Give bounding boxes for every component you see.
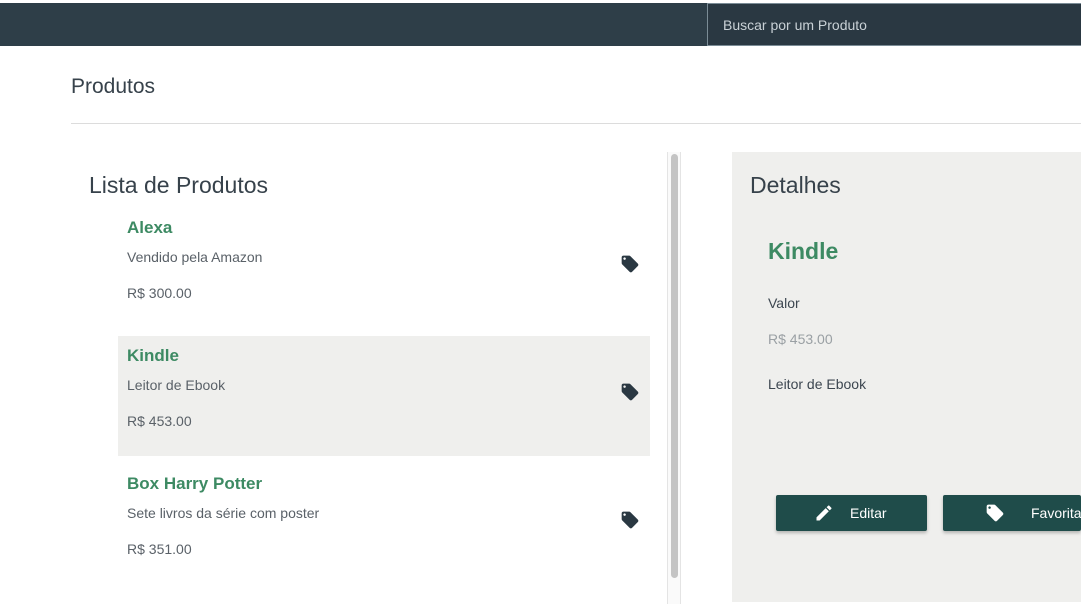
product-list-item-kindle[interactable]: Kindle Leitor de Ebook R$ 453.00	[118, 336, 650, 456]
product-price: R$ 351.00	[127, 541, 192, 557]
tag-icon[interactable]	[620, 254, 640, 274]
favorite-button[interactable]: Favoritar	[943, 495, 1081, 531]
details-panel: Detalhes Kindle Valor R$ 453.00 Leitor d…	[732, 152, 1081, 602]
product-name: Kindle	[127, 346, 179, 365]
pencil-icon	[816, 505, 832, 521]
product-description: Sete livros da série com poster	[127, 505, 320, 521]
search-input[interactable]	[723, 16, 1081, 33]
product-name: Alexa	[127, 218, 173, 237]
product-list-item-alexa[interactable]: Alexa Vendido pela Amazon R$ 300.00	[118, 208, 650, 328]
details-product-name: Kindle	[768, 238, 839, 264]
tag-icon[interactable]	[620, 382, 640, 402]
search-box[interactable]	[707, 3, 1081, 46]
product-price: R$ 453.00	[127, 413, 192, 429]
product-name: Box Harry Potter	[127, 474, 263, 493]
product-description: Vendido pela Amazon	[127, 249, 263, 265]
edit-button[interactable]: Editar	[776, 495, 927, 531]
details-title: Detalhes	[750, 172, 841, 198]
favorite-button-label: Favoritar	[1031, 505, 1081, 521]
page-title: Produtos	[71, 75, 156, 98]
details-value: R$ 453.00	[768, 331, 833, 347]
tag-icon	[986, 504, 1004, 522]
product-list-title: Lista de Produtos	[89, 172, 269, 198]
details-description: Leitor de Ebook	[768, 376, 867, 392]
title-divider	[71, 123, 1081, 124]
edit-button-label: Editar	[850, 505, 887, 521]
tag-icon[interactable]	[620, 510, 640, 530]
details-value-label: Valor	[768, 295, 800, 311]
product-description: Leitor de Ebook	[127, 377, 226, 393]
product-price: R$ 300.00	[127, 285, 192, 301]
list-scrollbar-thumb[interactable]	[671, 154, 678, 578]
product-list-item-box-harry-potter[interactable]: Box Harry Potter Sete livros da série co…	[118, 464, 650, 584]
top-bar	[0, 3, 1081, 46]
